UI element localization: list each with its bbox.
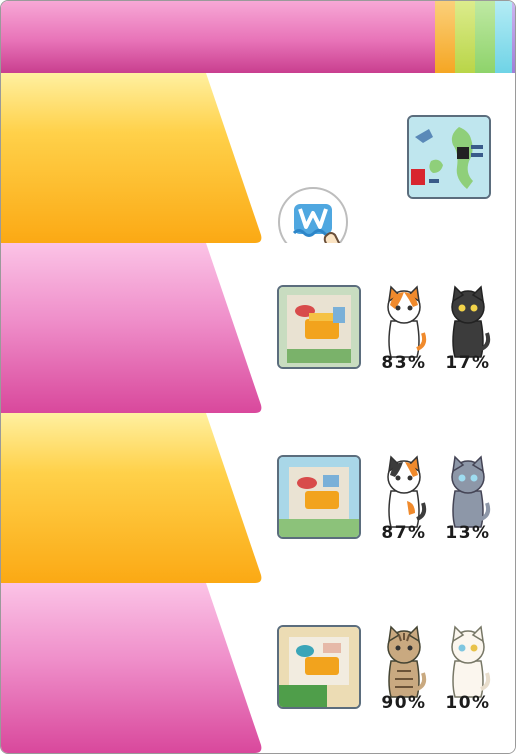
left-cat-percent: 87% <box>381 523 427 543</box>
ribbon-pink <box>1 583 262 753</box>
room-thumbnail-3[interactable] <box>277 625 361 709</box>
header-bar <box>1 1 515 73</box>
map-icon <box>409 117 489 197</box>
ribbon-yellow <box>1 73 262 243</box>
calico-cat-icon <box>387 455 427 528</box>
room-icon <box>279 287 359 367</box>
tab-green[interactable] <box>475 1 495 73</box>
row-vote-3: 90% 10% <box>1 583 515 753</box>
right-cat-percent: 17% <box>445 353 491 373</box>
row-vote-1: 83% 17% <box>1 243 515 414</box>
tab-yellow-green[interactable] <box>455 1 475 73</box>
map-thumbnail[interactable] <box>407 115 491 199</box>
left-cat-percent: 83% <box>381 353 427 373</box>
gray-cat-icon <box>451 455 491 528</box>
room-icon <box>279 627 359 707</box>
right-cat-percent: 13% <box>445 523 491 543</box>
game-screen: 83% 17% 87% 13% 90% 10% <box>0 0 516 754</box>
tab-orange[interactable] <box>435 1 455 73</box>
row-tutorial <box>1 73 515 287</box>
left-cat-percent: 90% <box>381 693 427 713</box>
right-cat-percent: 10% <box>445 693 491 713</box>
tab-purple[interactable] <box>512 1 515 73</box>
ribbon-pink <box>1 243 262 413</box>
tabby-cat-icon <box>387 625 427 698</box>
ribbon-yellow <box>1 413 262 583</box>
room-icon <box>279 457 359 537</box>
row-vote-2: 87% 13% <box>1 413 515 584</box>
room-thumbnail-2[interactable] <box>277 455 361 539</box>
black-cat-icon <box>451 285 491 358</box>
orange-white-cat-icon <box>387 285 427 358</box>
white-cat-icon <box>451 625 491 698</box>
room-thumbnail-1[interactable] <box>277 285 361 369</box>
